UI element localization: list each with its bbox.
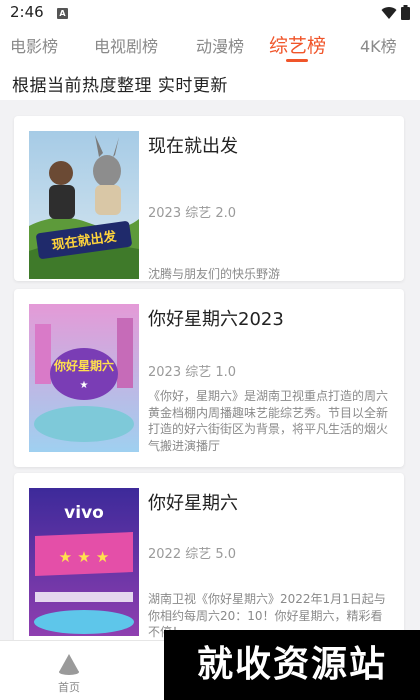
- item-title: 你好星期六2023: [148, 309, 284, 330]
- poster-image: 现在就出发: [29, 131, 139, 279]
- status-icons: [381, 5, 410, 20]
- item-description: 《你好，星期六》是湖南卫视重点打造的周六黄金档棚内周播趣味艺能综艺秀。节目以全新…: [148, 389, 388, 453]
- item-title: 你好星期六: [148, 493, 238, 514]
- item-meta: 2022 综艺 5.0: [148, 547, 237, 562]
- tab-4k[interactable]: 4K榜: [360, 33, 397, 57]
- item-title: 现在就出发: [148, 136, 238, 157]
- tab-movies[interactable]: 电影榜: [10, 33, 58, 57]
- item-description: 沈腾与朋友们的快乐野游: [148, 267, 281, 281]
- battery-icon: [401, 5, 410, 20]
- list-item[interactable]: 你好星期六 ★ 你好星期六2023 2023 综艺 1.0 《你好，星期六》是湖…: [14, 289, 404, 467]
- active-tab-indicator: [286, 59, 308, 62]
- status-time: 2:46: [10, 3, 44, 21]
- poster-title: vivo: [64, 503, 104, 523]
- poster-image: 你好星期六 ★: [29, 304, 139, 452]
- home-label: 首页: [58, 681, 80, 694]
- item-meta: 2023 综艺 1.0: [148, 365, 237, 380]
- watermark: 就收资源站: [164, 630, 420, 700]
- svg-text:★: ★: [80, 380, 89, 391]
- tab-anime[interactable]: 动漫榜: [196, 33, 244, 57]
- home-icon: [59, 654, 79, 675]
- poster-title: 你好星期六: [53, 358, 114, 373]
- list-item[interactable]: 现在就出发 现在就出发 2023 综艺 2.0 沈腾与朋友们的快乐野游: [14, 116, 404, 281]
- subtitle-bar: 根据当前热度整理 实时更新: [0, 64, 420, 100]
- notification-icon: A: [57, 8, 68, 19]
- category-tabs: 电影榜 电视剧榜 动漫榜 综艺榜 4K榜: [0, 28, 420, 64]
- svg-text:★ ★ ★: ★ ★ ★: [59, 548, 110, 566]
- subtitle: 根据当前热度整理 实时更新: [12, 76, 228, 96]
- item-meta: 2023 综艺 2.0: [148, 206, 237, 221]
- poster-image: vivo ★ ★ ★: [29, 488, 139, 636]
- ranking-list: 现在就出发 现在就出发 2023 综艺 2.0 沈腾与朋友们的快乐野游 你好星期…: [0, 100, 420, 670]
- tab-tv-series[interactable]: 电视剧榜: [94, 33, 158, 57]
- wifi-icon: [381, 6, 397, 19]
- status-bar: 2:46 A: [0, 0, 420, 28]
- tab-variety[interactable]: 综艺榜: [269, 31, 326, 58]
